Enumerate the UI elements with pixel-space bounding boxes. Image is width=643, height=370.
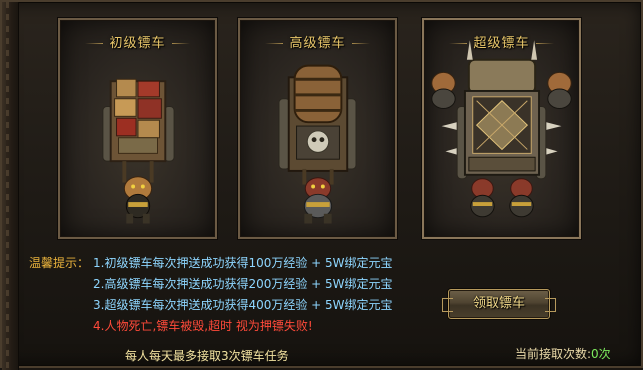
tip-line-1: 1.初级镖车每次押送成功获得100万经验 + 5W绑定元宝 xyxy=(93,256,393,270)
window-edge-decoration xyxy=(2,2,19,370)
cart-card-basic[interactable]: 初级镖车 xyxy=(58,18,217,239)
claim-cart-button[interactable]: 领取镖车 xyxy=(442,289,556,319)
cart-card-super[interactable]: 超级镖车 xyxy=(422,18,581,239)
tip-line-3: 3.超级镖车每次押送成功获得400万经验 + 5W绑定元宝 xyxy=(93,298,393,312)
basic-cart-illustration xyxy=(102,78,175,224)
accept-count: 当前接取次数:0次 xyxy=(515,345,611,362)
accept-count-label: 当前接取次数: xyxy=(515,347,592,361)
tip-line-warning: 4.人物死亡,镖车被毁,超时 视为押镖失败! xyxy=(93,319,313,333)
super-cart-illustration xyxy=(431,40,572,218)
cart-card-advanced[interactable]: 高级镖车 xyxy=(238,18,397,239)
card-title-super: 超级镖车 xyxy=(424,32,579,51)
advanced-cart-illustration xyxy=(278,64,357,224)
daily-limit-text: 每人每天最多接取3次镖车任务 xyxy=(125,349,289,363)
card-title-advanced: 高级镖车 xyxy=(240,32,395,51)
tip-line-2: 2.高级镖车每次押送成功获得200万经验 + 5W绑定元宝 xyxy=(93,277,393,291)
card-title-basic: 初级镖车 xyxy=(60,32,215,51)
escort-panel: 初级镖车 高级镖车 超级镖车 温馨提示： 1.初级镖车每次押送成功获得100万经… xyxy=(0,0,643,370)
tips-label: 温馨提示： xyxy=(29,256,90,270)
accept-count-value: 0次 xyxy=(591,347,611,361)
